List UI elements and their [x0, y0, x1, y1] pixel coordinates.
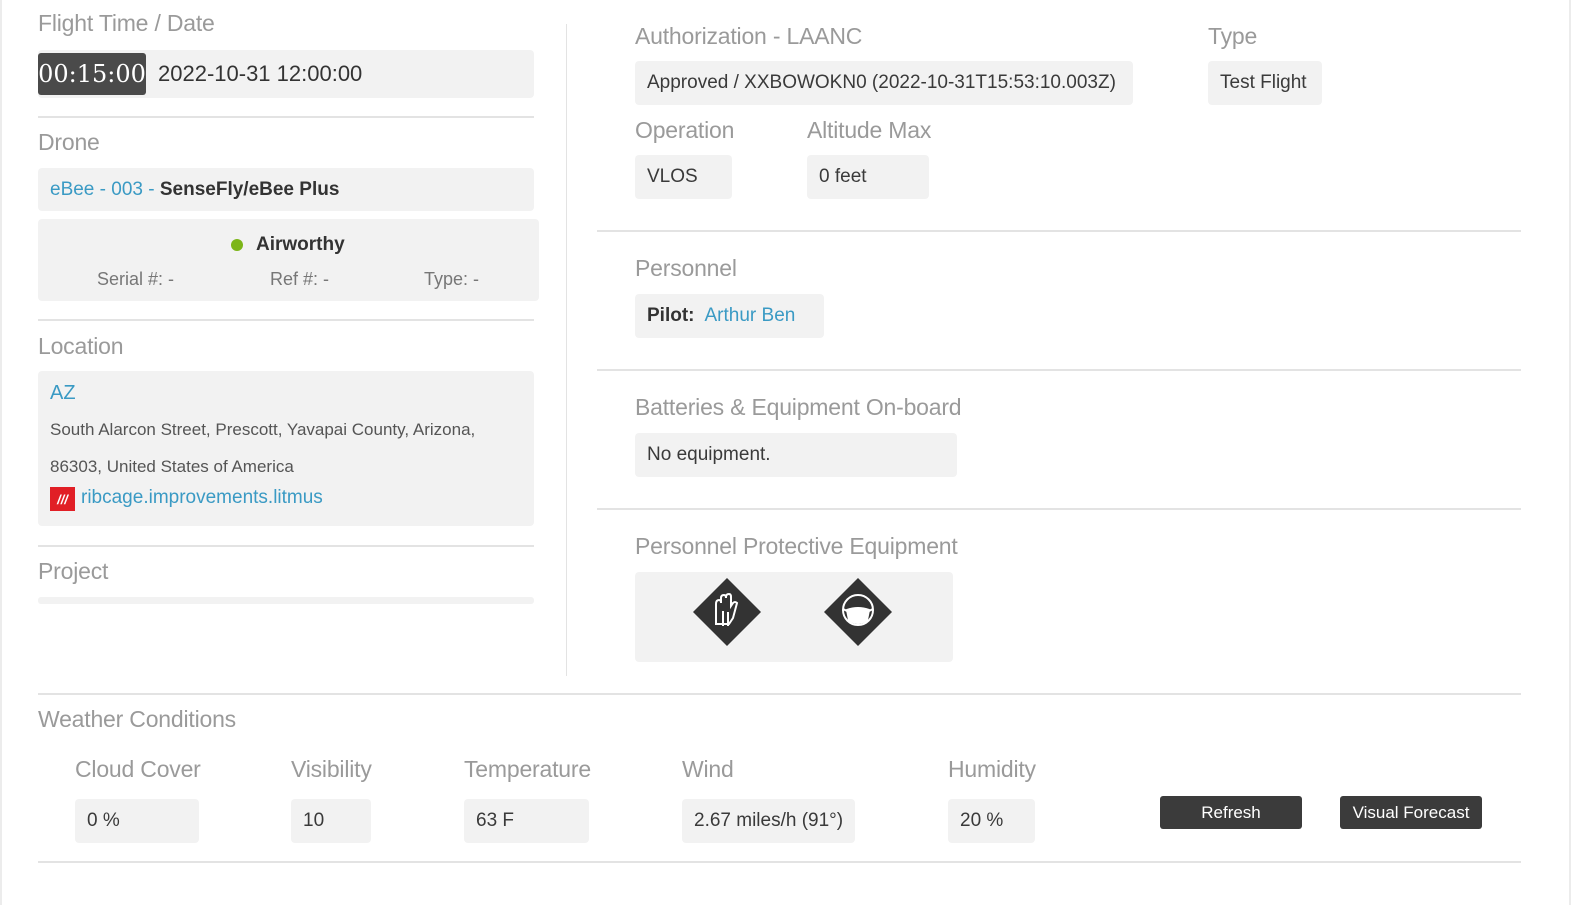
divider — [38, 545, 534, 547]
divider — [38, 693, 1521, 695]
drone-status: Airworthy — [256, 234, 345, 255]
cloud-cover-field: 0 % — [75, 799, 199, 843]
location-address-line1: South Alarcon Street, Prescott, Yavapai … — [50, 420, 476, 439]
what3words-icon: /// — [50, 487, 75, 511]
pilot-name-link[interactable]: Arthur Ben — [705, 305, 796, 327]
wind-field: 2.67 miles/h (91°) — [682, 799, 855, 843]
scrollbar-track[interactable] — [1569, 0, 1571, 905]
drone-field: eBee - 003 - SenseFly/eBee Plus — [38, 168, 534, 211]
cloud-cover-label: Cloud Cover — [75, 756, 201, 782]
project-title: Project — [38, 558, 109, 584]
column-divider — [566, 24, 567, 676]
face-mask-icon — [824, 578, 892, 646]
location-address-line2: 86303, United States of America — [50, 457, 294, 476]
pilot-field: Pilot: Arthur Ben — [635, 294, 824, 338]
batteries-title: Batteries & Equipment On-board — [635, 394, 962, 420]
personnel-title: Personnel — [635, 255, 737, 281]
divider — [38, 319, 534, 321]
drone-status-card: Airworthy Serial #: - Ref #: - Type: - — [38, 219, 539, 301]
visibility-field: 10 — [291, 799, 371, 843]
type-field: Test Flight — [1208, 61, 1322, 105]
divider — [597, 508, 1521, 510]
flight-duration-badge: 00:15:00 — [38, 53, 146, 95]
drone-model: SenseFly/eBee Plus — [159, 178, 340, 200]
drone-type: Type: - — [424, 269, 480, 289]
wind-label: Wind — [682, 756, 734, 782]
location-title: Location — [38, 333, 124, 359]
drone-serial: Serial #: - — [97, 269, 175, 289]
divider — [597, 369, 1521, 371]
project-field — [38, 597, 534, 604]
refresh-button[interactable]: Refresh — [1160, 796, 1302, 829]
drone-separator: - — [142, 178, 160, 200]
altitude-field: 0 feet — [807, 155, 929, 199]
divider — [38, 116, 534, 118]
temperature-field: 63 F — [464, 799, 589, 843]
status-dot-icon — [231, 239, 243, 251]
location-name-link[interactable]: AZ — [50, 382, 76, 405]
authorization-field: Approved / XXBOWOKN0 (2022-10-31T15:53:1… — [635, 61, 1133, 105]
flight-time-field: 00:15:00 2022-10-31 12:00:00 — [38, 50, 534, 98]
ppe-title: Personnel Protective Equipment — [635, 533, 958, 559]
panel-left-border — [0, 0, 2, 905]
flight-time-title: Flight Time / Date — [38, 10, 215, 36]
batteries-field: No equipment. — [635, 433, 957, 477]
divider — [38, 861, 1521, 863]
gloves-icon — [693, 578, 761, 646]
authorization-title: Authorization - LAANC — [635, 23, 863, 49]
weather-title: Weather Conditions — [38, 706, 236, 732]
ppe-card — [635, 572, 953, 662]
humidity-field: 20 % — [948, 799, 1035, 843]
drone-ref: Ref #: - — [270, 269, 330, 289]
divider — [597, 230, 1521, 232]
visual-forecast-button[interactable]: Visual Forecast — [1340, 796, 1482, 829]
temperature-label: Temperature — [464, 756, 591, 782]
operation-title: Operation — [635, 117, 735, 143]
altitude-title: Altitude Max — [807, 117, 932, 143]
type-title: Type — [1208, 23, 1258, 49]
drone-title: Drone — [38, 129, 100, 155]
operation-field: VLOS — [635, 155, 732, 199]
humidity-label: Humidity — [948, 756, 1036, 782]
location-card: AZ South Alarcon Street, Prescott, Yavap… — [38, 371, 534, 526]
visibility-label: Visibility — [291, 756, 372, 782]
drone-link[interactable]: eBee - 003 — [50, 179, 143, 201]
flight-datetime: 2022-10-31 12:00:00 — [158, 61, 363, 86]
pilot-label: Pilot: — [647, 305, 695, 326]
what3words-link[interactable]: ribcage.improvements.litmus — [81, 487, 323, 509]
